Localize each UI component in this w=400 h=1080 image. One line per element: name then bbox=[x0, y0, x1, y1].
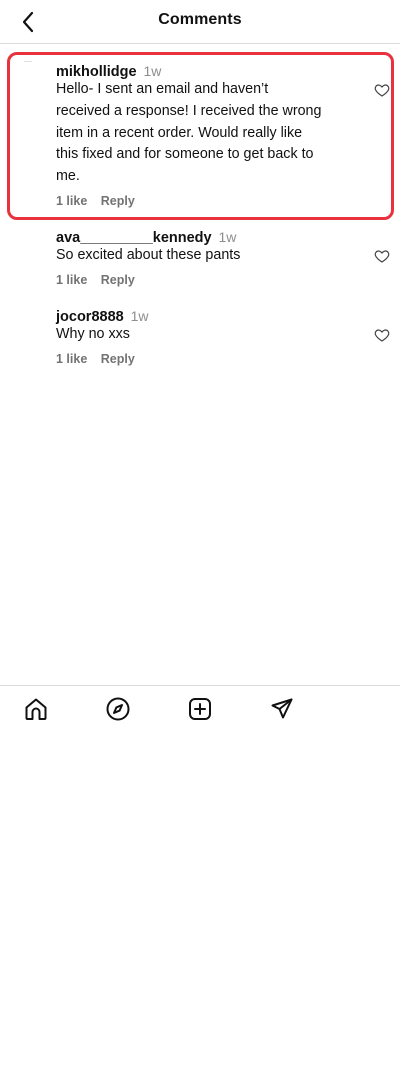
comment-text-line: item in a recent order. Would really lik… bbox=[56, 124, 303, 141]
heart-icon bbox=[374, 329, 390, 342]
comment-text-line: this fixed and for someone to get back t… bbox=[56, 146, 314, 163]
tab-create[interactable] bbox=[187, 696, 213, 722]
comment-text: Why no xxs bbox=[56, 324, 344, 346]
send-icon bbox=[271, 698, 293, 719]
header: Comments bbox=[0, 0, 400, 44]
create-icon bbox=[189, 698, 211, 720]
like-button[interactable] bbox=[374, 327, 390, 343]
page-title: Comments bbox=[158, 11, 242, 28]
tab-explore[interactable] bbox=[105, 696, 131, 722]
comment-text-line: me. bbox=[56, 168, 80, 185]
comment-time: 1w bbox=[130, 308, 149, 324]
like-count[interactable]: 1 like bbox=[56, 273, 87, 287]
tab-home[interactable] bbox=[23, 696, 49, 722]
reply-button[interactable]: Reply bbox=[101, 194, 135, 208]
reply-button[interactable]: Reply bbox=[101, 352, 135, 366]
comment-text-line: Why no xxs bbox=[56, 326, 130, 342]
comment-username[interactable]: ava_________kennedy bbox=[56, 230, 212, 246]
like-button[interactable] bbox=[374, 82, 390, 98]
comment-time: 1w bbox=[218, 229, 237, 245]
tab-messages[interactable] bbox=[269, 696, 295, 722]
comment-username[interactable]: jocor8888 bbox=[56, 309, 124, 325]
comment-text-line: received a response! I received the wron… bbox=[56, 102, 322, 119]
comment-text: Hello- I sent an email and haven’t recei… bbox=[56, 79, 344, 188]
comment-meta: 1 like Reply bbox=[56, 273, 135, 287]
home-icon bbox=[25, 698, 47, 720]
reply-button[interactable]: Reply bbox=[101, 273, 135, 287]
avatar bbox=[24, 61, 32, 62]
bottom-tab-bar bbox=[0, 685, 400, 733]
comment-text-line: Hello- I sent an email and haven’t bbox=[56, 81, 269, 97]
compass-icon bbox=[106, 697, 130, 721]
like-button[interactable] bbox=[374, 248, 390, 264]
heart-icon bbox=[374, 84, 390, 97]
comment-text: So excited about these pants bbox=[56, 245, 344, 267]
like-count[interactable]: 1 like bbox=[56, 352, 87, 366]
comment-time: 1w bbox=[143, 63, 162, 79]
like-count[interactable]: 1 like bbox=[56, 194, 87, 208]
comment-username[interactable]: mikhollidge bbox=[56, 64, 137, 80]
comment-meta: 1 like Reply bbox=[56, 194, 135, 208]
heart-icon bbox=[374, 250, 390, 263]
comment-text-line: So excited about these pants bbox=[56, 247, 241, 263]
comment-meta: 1 like Reply bbox=[56, 352, 135, 366]
